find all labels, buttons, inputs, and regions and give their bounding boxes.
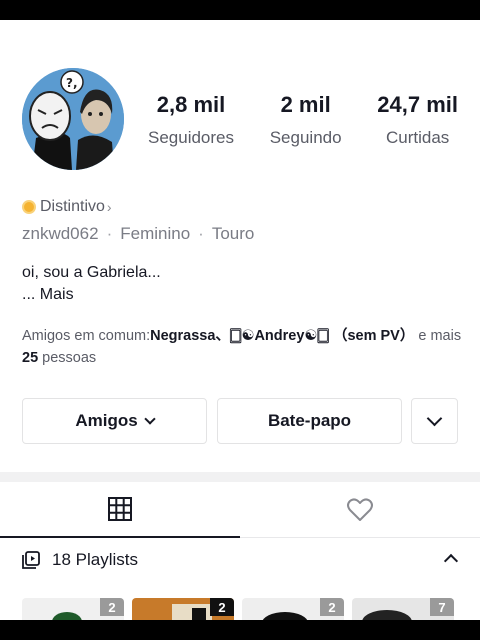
- badge-label: Distintivo: [40, 198, 105, 215]
- stat-label: Seguindo: [269, 128, 342, 147]
- chevron-down-icon: [144, 413, 156, 425]
- stat-label: Curtidas: [385, 128, 450, 147]
- zodiac: Touro: [211, 224, 255, 243]
- chevron-down-icon: [426, 410, 443, 426]
- friends-button-label: Amigos: [75, 411, 138, 430]
- stat-value: 24,7 mil: [377, 92, 458, 117]
- playlist-thumb[interactable]: 2: [242, 598, 344, 620]
- section-divider: [0, 472, 480, 482]
- playlist-thumb[interactable]: 2: [132, 598, 234, 620]
- heart-icon: [347, 498, 373, 521]
- playlist-count: 2: [210, 598, 234, 616]
- mutual-suffix: pessoas: [38, 350, 97, 366]
- playlist-count: 7: [430, 598, 454, 616]
- chat-button-label: Bate-papo: [267, 411, 352, 430]
- username: znkwd062: [22, 224, 99, 243]
- stat-label: Seguidores: [148, 128, 235, 147]
- profile-screen: ?, 2,8 mil Seguidores 2 mil Seguindo 24,…: [0, 20, 480, 620]
- avatar[interactable]: ?,: [22, 68, 124, 170]
- bio-more-link[interactable]: ... Mais: [22, 284, 161, 306]
- tab-liked[interactable]: [240, 482, 480, 538]
- chevron-right-icon: ›: [106, 199, 112, 215]
- mutual-count: 25: [22, 350, 39, 366]
- mutual-prefix: Amigos em comum:: [22, 328, 151, 344]
- playlists-header[interactable]: 18 Playlists: [22, 550, 459, 570]
- friends-button[interactable]: Amigos: [22, 398, 207, 444]
- separator-dot: ·: [106, 224, 113, 243]
- chat-button[interactable]: Bate-papo: [217, 398, 402, 444]
- profile-meta: znkwd062 · Feminino · Touro: [22, 224, 254, 244]
- more-options-button[interactable]: [411, 398, 458, 444]
- mutual-friends[interactable]: Amigos em comum:Negrassa、🀆☯Andrey☯🀆 （sem…: [22, 325, 462, 369]
- svg-text:?,: ?,: [66, 76, 78, 90]
- bio-text: oi, sou a Gabriela...: [22, 264, 161, 281]
- playlist-count: 2: [320, 598, 344, 616]
- playlist-thumb[interactable]: 2: [22, 598, 124, 620]
- gender: Feminino: [120, 224, 191, 243]
- separator-dot: ·: [198, 224, 204, 243]
- playlists-label: 18 Playlists: [52, 550, 138, 569]
- grid-icon: [108, 497, 132, 521]
- stat-value: 2 mil: [280, 92, 331, 117]
- playlist-thumb[interactable]: 7: [352, 598, 454, 620]
- chevron-up-icon[interactable]: [443, 553, 459, 569]
- playlist-count: 2: [100, 598, 124, 616]
- content-tabs: [0, 482, 480, 538]
- stat-likes[interactable]: 24,7 mil Curtidas: [377, 92, 458, 148]
- bio[interactable]: oi, sou a Gabriela... ... Mais: [22, 262, 161, 306]
- tab-videos[interactable]: [0, 482, 240, 538]
- mutual-names: Negrassa、🀆☯Andrey☯🀆 （sem PV）: [150, 328, 415, 344]
- badge-link[interactable]: Distintivo ›: [22, 198, 112, 216]
- profile-stats: 2,8 mil Seguidores 2 mil Seguindo 24,7 m…: [148, 92, 458, 148]
- stat-value: 2,8 mil: [156, 92, 226, 117]
- stat-following[interactable]: 2 mil Seguindo: [270, 92, 342, 148]
- avatar-image: ?,: [22, 68, 124, 170]
- mutual-mid: e mais: [414, 328, 462, 344]
- playlist-thumbnails: 2 2 2 7: [22, 598, 480, 620]
- badge-icon: [22, 200, 36, 214]
- stat-followers[interactable]: 2,8 mil Seguidores: [148, 92, 234, 148]
- playlist-icon: [22, 551, 40, 569]
